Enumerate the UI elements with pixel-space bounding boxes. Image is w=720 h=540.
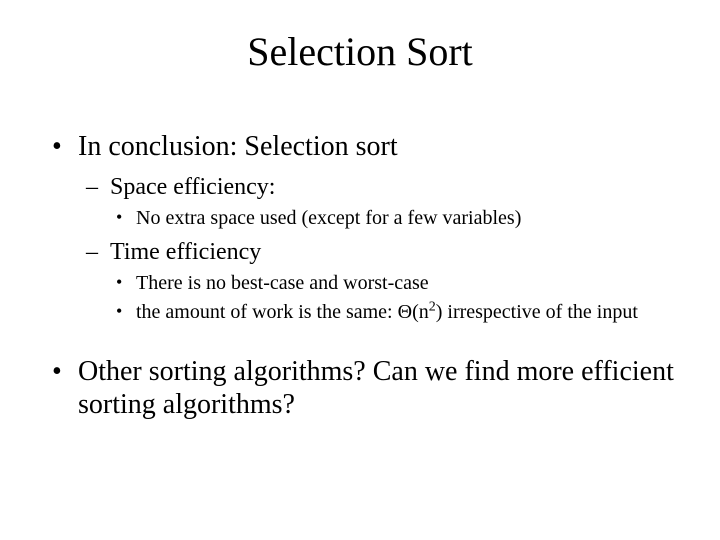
spacer — [40, 327, 680, 355]
theta-symbol: Θ(n — [398, 301, 429, 323]
theta-text-post: ) irrespective of the input — [436, 301, 638, 323]
bullet-conclusion: In conclusion: Selection sort — [40, 130, 680, 164]
theta-text-pre: the amount of work is the same: — [136, 301, 398, 323]
bullet-list: In conclusion: Selection sort Space effi… — [40, 130, 680, 422]
bullet-space-efficiency: Space efficiency: — [78, 172, 680, 202]
theta-exponent: 2 — [429, 299, 436, 314]
bullet-theta-n2: the amount of work is the same: Θ(n2) ir… — [110, 300, 680, 325]
bullet-time-efficiency: Time efficiency — [78, 237, 680, 267]
bullet-other-algorithms: Other sorting algorithms? Can we find mo… — [40, 355, 680, 422]
slide-title: Selection Sort — [40, 28, 680, 75]
bullet-no-best-worst: There is no best-case and worst-case — [110, 271, 680, 296]
slide: Selection Sort In conclusion: Selection … — [0, 0, 720, 540]
bullet-no-extra-space: No extra space used (except for a few va… — [110, 206, 680, 231]
